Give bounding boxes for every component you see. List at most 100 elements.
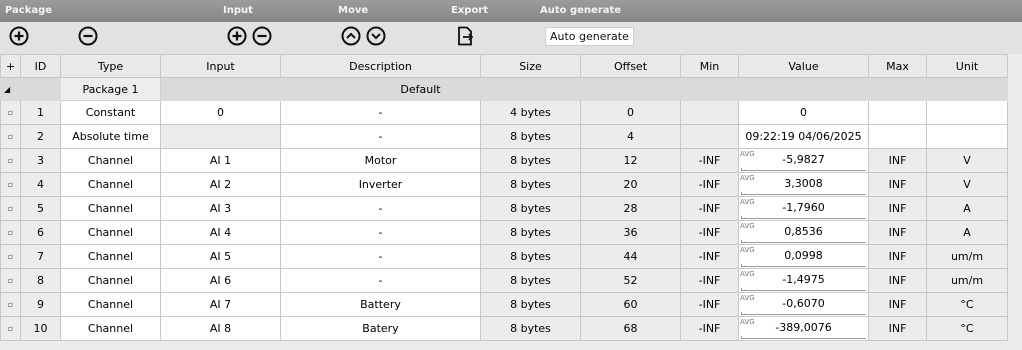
auto-generate-button[interactable]: Auto generate	[545, 27, 634, 46]
value-readout: -5,9827	[782, 152, 825, 166]
cell-value: AVG 0,0998	[738, 244, 869, 269]
cell-value: AVG -5,9827	[738, 148, 869, 173]
menu-bar: Package Input Move Export Auto generate	[0, 0, 1022, 22]
cell-description: Inverter	[280, 172, 481, 197]
cell-id: 4	[20, 172, 61, 197]
cell-description: -	[280, 220, 481, 245]
cell-sel[interactable]: ▫	[0, 100, 21, 125]
table-row[interactable]: ▫ 8 Channel AI 6-8 bytes 52 -INF AVG -1,4975 INF…	[0, 268, 1008, 293]
header-value[interactable]: Value	[738, 54, 869, 78]
move-down-button[interactable]	[365, 25, 387, 47]
chevron-up-circle-icon	[341, 26, 361, 46]
cell-id: 7	[20, 244, 61, 269]
menu-package: Package	[5, 5, 53, 16]
cell-offset: 68	[580, 316, 681, 341]
header-size[interactable]: Size	[480, 54, 581, 78]
cell-min: -INF	[680, 292, 739, 317]
cell-max: INF	[868, 220, 927, 245]
cell-sel[interactable]: ▫	[0, 124, 21, 149]
channel-table: + ID Type Input Description Size Offset …	[0, 54, 1008, 341]
cell-size: 8 bytes	[480, 196, 581, 221]
cell-min: -INF	[680, 244, 739, 269]
cell-sel[interactable]: ▫	[0, 316, 21, 341]
cell-type: Constant	[60, 100, 161, 125]
header-id[interactable]: ID	[20, 54, 61, 78]
add-package-button[interactable]	[8, 25, 30, 47]
cell-min: -INF	[680, 172, 739, 197]
value-bar	[741, 167, 866, 171]
add-row-header[interactable]: +	[0, 54, 21, 78]
cell-min: -INF	[680, 316, 739, 341]
table-row[interactable]: ▫ 3 Channel AI 1 Motor 8 bytes 12 -INF AVG -5,982…	[0, 148, 1008, 173]
cell-max: INF	[868, 172, 927, 197]
remove-input-button[interactable]	[251, 25, 273, 47]
move-up-button[interactable]	[340, 25, 362, 47]
header-max[interactable]: Max	[868, 54, 927, 78]
cell-min: -INF	[680, 196, 739, 221]
header-description[interactable]: Description	[280, 54, 481, 78]
export-button[interactable]	[454, 25, 476, 47]
plus-circle-icon	[9, 26, 29, 46]
cell-unit: um/m	[926, 268, 1008, 293]
cell-sel[interactable]: ▫	[0, 172, 21, 197]
cell-description: -	[280, 244, 481, 269]
cell-description: -	[280, 196, 481, 221]
cell-max: INF	[868, 148, 927, 173]
value-readout: -389,0076	[775, 320, 832, 334]
table-row[interactable]: ▫ 2 Absolute time -8 bytes 4 09:22:19 04/06/2…	[0, 124, 1008, 149]
cell-value: AVG 0,8536	[738, 220, 869, 245]
value-readout: 0,8536	[784, 224, 823, 238]
cell-sel[interactable]: ▫	[0, 148, 21, 173]
cell-type: Channel	[60, 316, 161, 341]
cell-sel[interactable]: ▫	[0, 268, 21, 293]
header-unit[interactable]: Unit	[926, 54, 1008, 78]
cell-description: Batery	[280, 316, 481, 341]
cell-type: Channel	[60, 172, 161, 197]
cell-input: 0	[160, 100, 281, 125]
header-min[interactable]: Min	[680, 54, 739, 78]
table-row[interactable]: ▫ 1 Constant 0-4 bytes 0 0	[0, 100, 1008, 125]
cell-offset: 28	[580, 196, 681, 221]
cell-description: Motor	[280, 148, 481, 173]
cell-input: AI 5	[160, 244, 281, 269]
table-row[interactable]: ▫ 9 Channel AI 7 Battery 8 bytes 60 -INF AVG -0,6…	[0, 292, 1008, 317]
cell-input: AI 2	[160, 172, 281, 197]
table-row[interactable]: ▫ 6 Channel AI 4-8 bytes 36 -INF AVG 0,8536 INF A	[0, 220, 1008, 245]
value-readout: -1,7960	[782, 200, 825, 214]
header-offset[interactable]: Offset	[580, 54, 681, 78]
cell-description: -	[280, 124, 481, 149]
cell-sel[interactable]: ▫	[0, 244, 21, 269]
cell-description: -	[280, 100, 481, 125]
cell-sel[interactable]: ▫	[0, 196, 21, 221]
cell-size: 4 bytes	[480, 100, 581, 125]
cell-unit: °C	[926, 292, 1008, 317]
cell-id: 6	[20, 220, 61, 245]
value-readout: -1,4975	[782, 272, 825, 286]
cell-size: 8 bytes	[480, 244, 581, 269]
package-row[interactable]: ◢ Package 1 Default	[0, 77, 1008, 101]
menu-move: Move	[338, 5, 369, 16]
header-type[interactable]: Type	[60, 54, 161, 78]
cell-size: 8 bytes	[480, 220, 581, 245]
cell-sel[interactable]: ▫	[0, 292, 21, 317]
table-row[interactable]: ▫ 7 Channel AI 5-8 bytes 44 -INF AVG 0,0998 INF u…	[0, 244, 1008, 269]
value-readout: 3,3008	[784, 176, 823, 190]
header-input[interactable]: Input	[160, 54, 281, 78]
table-row[interactable]: ▫ 4 Channel AI 2 Inverter 8 bytes 20 -INF AVG 3,3…	[0, 172, 1008, 197]
add-input-button[interactable]	[226, 25, 248, 47]
package-name[interactable]: Package 1	[60, 77, 161, 101]
expand-collapse-icon[interactable]: ◢	[0, 77, 21, 101]
cell-unit: °C	[926, 316, 1008, 341]
cell-type: Channel	[60, 268, 161, 293]
cell-offset: 52	[580, 268, 681, 293]
cell-size: 8 bytes	[480, 172, 581, 197]
table-row[interactable]: ▫ 10 Channel AI 8 Batery 8 bytes 68 -INF AVG -389…	[0, 316, 1008, 341]
cell-value: AVG -389,0076	[738, 316, 869, 341]
remove-package-button[interactable]	[77, 25, 99, 47]
cell-type: Channel	[60, 148, 161, 173]
cell-unit: A	[926, 196, 1008, 221]
cell-offset: 20	[580, 172, 681, 197]
cell-sel[interactable]: ▫	[0, 220, 21, 245]
table-header: + ID Type Input Description Size Offset …	[0, 54, 1008, 78]
table-row[interactable]: ▫ 5 Channel AI 3-8 bytes 28 -INF AVG -1,7960 INF…	[0, 196, 1008, 221]
